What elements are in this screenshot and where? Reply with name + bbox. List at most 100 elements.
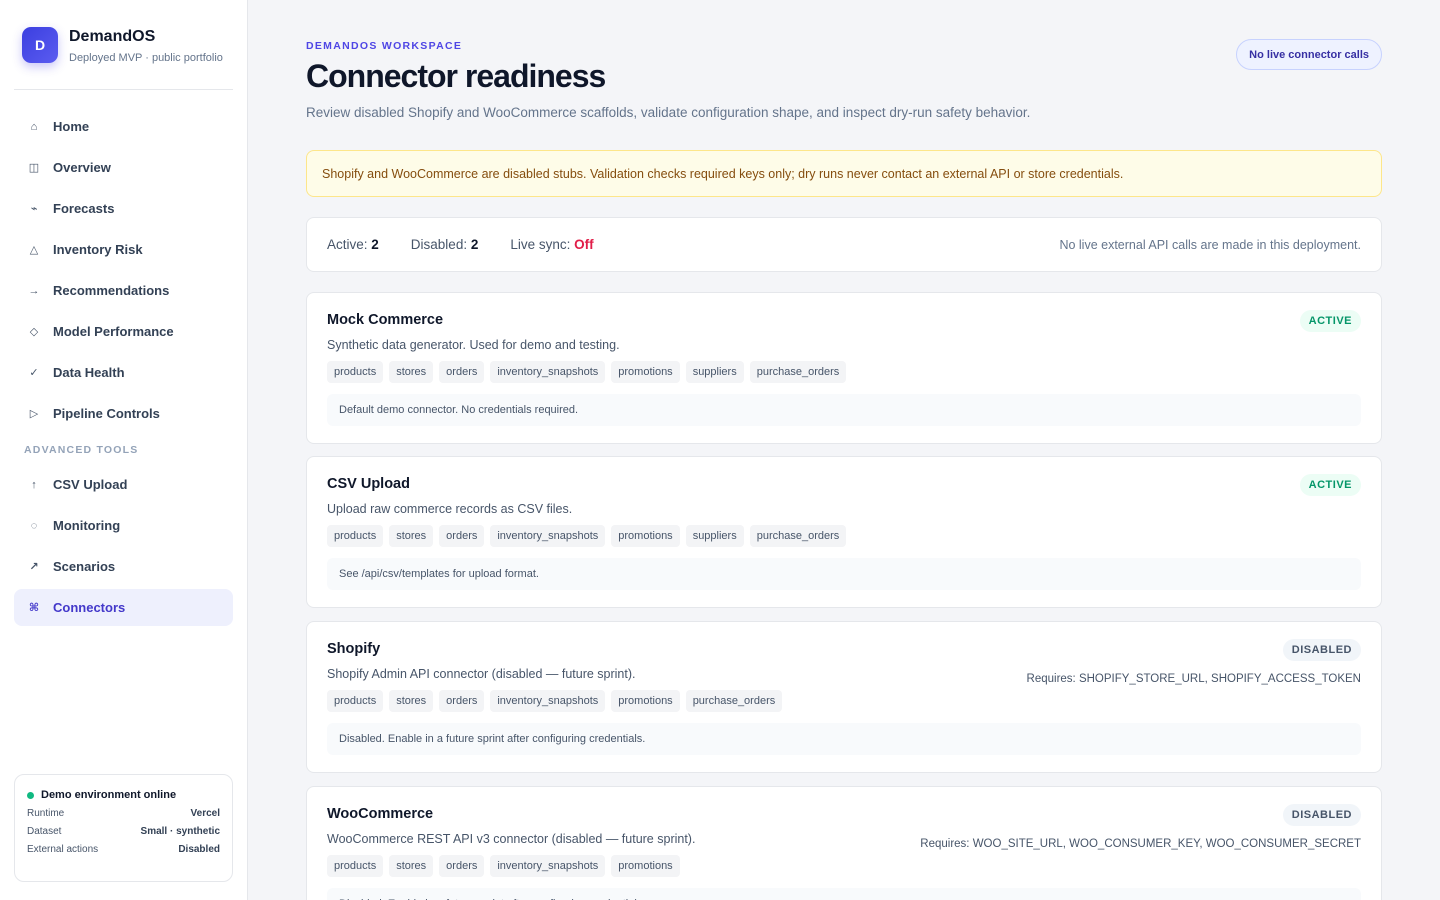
nav-section-label: ADVANCED TOOLS — [24, 444, 139, 456]
entity-tag: products — [327, 855, 384, 877]
nav-item-label: Inventory Risk — [53, 242, 143, 257]
entity-tag: products — [327, 361, 384, 383]
status-badge: ACTIVE — [1299, 474, 1361, 496]
connector-description: Shopify Admin API connector (disabled — … — [327, 667, 636, 681]
entity-tag: stores — [389, 361, 434, 383]
nav-item-label: Forecasts — [53, 201, 115, 216]
nav-item-label: Pipeline Controls — [53, 406, 160, 421]
entity-tag: promotions — [611, 690, 680, 712]
nav-item-label: Overview — [53, 160, 111, 175]
entity-tag: purchase_orders — [685, 690, 783, 712]
diamond-icon: ◇ — [29, 326, 39, 338]
connector-name: CSV Upload — [327, 476, 410, 492]
nav-item-overview[interactable]: ◫ Overview — [14, 149, 233, 186]
nav-item-scenarios[interactable]: ↗ Scenarios — [14, 548, 233, 585]
nav-item-label: Connectors — [53, 600, 126, 615]
environment-card: Demo environment online Runtime Vercel Da… — [14, 774, 233, 882]
nav-item-inventory-risk[interactable]: △ Inventory Risk — [14, 231, 233, 268]
connector-note: Disabled. Enable in a future sprint afte… — [327, 888, 1361, 900]
arrow-right-icon: → — [28, 284, 40, 297]
entity-tag: orders — [439, 361, 485, 383]
entity-tag: purchase_orders — [749, 361, 847, 383]
entity-tag: products — [327, 690, 384, 712]
connector-description: WooCommerce REST API v3 connector (disab… — [327, 832, 696, 846]
stats-bar: Active: 2 Disabled: 2 Live sync: Off No … — [306, 217, 1382, 272]
entity-tag: promotions — [611, 855, 680, 877]
connector-requires: Requires: WOO_SITE_URL, WOO_CONSUMER_KEY… — [920, 838, 1361, 850]
monitor-icon: ◌ — [30, 519, 38, 532]
warning-banner: Shopify and WooCommerce are disabled stu… — [306, 150, 1382, 197]
entity-tag: inventory_snapshots — [490, 690, 606, 712]
connector-card[interactable]: Mock Commerce Synthetic data generator. U… — [306, 292, 1382, 444]
status-badge: ACTIVE — [1299, 310, 1361, 332]
entity-tags: products stores orders inventory_snapshots p… — [327, 855, 686, 877]
entity-tags: products stores orders inventory_snapshots p… — [327, 690, 788, 712]
connector-name: Shopify — [327, 641, 381, 657]
main-nav: ⌂ Home ◫ Overview ⌁ Forecasts △ Inventory Ri… — [14, 108, 233, 630]
nav-item-model-performance[interactable]: ◇ Model Performance — [14, 313, 233, 350]
connector-name: WooCommerce — [327, 806, 434, 822]
page-eyebrow: DEMANDOS WORKSPACE — [306, 40, 463, 52]
connector-card[interactable]: Shopify Shopify Admin API connector (disa… — [306, 621, 1382, 773]
nav-item-label: Monitoring — [53, 518, 121, 533]
entity-tag: promotions — [611, 525, 680, 547]
connector-description: Upload raw commerce records as CSV files… — [327, 502, 573, 516]
stats-note: No live external API calls are made in t… — [1059, 237, 1361, 252]
nav-item-label: Home — [53, 119, 90, 134]
env-row-runtime: Runtime Vercel — [27, 808, 220, 819]
brand[interactable]: D DemandOS Deployed MVP · public portfol… — [22, 27, 223, 64]
nav-item-pipeline-controls[interactable]: ▷ Pipeline Controls — [14, 395, 233, 432]
connector-note: See /api/csv/templates for upload format… — [327, 558, 1361, 590]
connector-note: Default demo connector. No credentials r… — [327, 394, 1361, 426]
trend-icon: ⌁ — [30, 203, 38, 215]
nav-item-recommendations[interactable]: → Recommendations — [14, 272, 233, 309]
command-icon: ⌘ — [28, 602, 40, 614]
entity-tag: inventory_snapshots — [490, 855, 606, 877]
connector-card[interactable]: CSV Upload Upload raw commerce records as… — [306, 456, 1382, 608]
stat-live-sync: Live sync: Off — [510, 237, 594, 252]
entity-tag: suppliers — [685, 525, 744, 547]
sidebar-divider — [14, 89, 233, 90]
nav-item-home[interactable]: ⌂ Home — [14, 108, 233, 145]
nav-item-label: Model Performance — [53, 324, 174, 339]
connector-name: Mock Commerce — [327, 312, 444, 328]
page-title: Connector readiness — [306, 58, 606, 94]
nav-item-monitoring[interactable]: ◌ Monitoring — [14, 507, 233, 544]
arrow-up-right-icon: ↗ — [29, 561, 39, 573]
connector-description: Synthetic data generator. Used for demo … — [327, 338, 620, 352]
nav-item-forecasts[interactable]: ⌁ Forecasts — [14, 190, 233, 227]
entity-tag: purchase_orders — [749, 525, 847, 547]
entity-tag: orders — [439, 855, 485, 877]
env-row-dataset: Dataset Small · synthetic — [27, 826, 220, 837]
stat-disabled: Disabled: 2 — [410, 237, 479, 252]
status-dot-icon — [27, 791, 34, 799]
sidebar: D DemandOS Deployed MVP · public portfol… — [0, 0, 248, 900]
entity-tag: stores — [389, 855, 434, 877]
nav-item-label: Recommendations — [53, 283, 170, 298]
warning-triangle-icon: △ — [29, 244, 39, 256]
brand-logo: D — [22, 27, 58, 63]
brand-name: DemandOS — [69, 28, 156, 45]
check-icon: ✓ — [29, 367, 39, 379]
nav-item-label: Data Health — [53, 365, 125, 380]
entity-tag: inventory_snapshots — [490, 361, 606, 383]
entity-tag: stores — [389, 690, 434, 712]
nav-item-connectors[interactable]: ⌘ Connectors — [14, 589, 233, 626]
entity-tag: suppliers — [685, 361, 744, 383]
connector-card[interactable]: WooCommerce WooCommerce REST API v3 conne… — [306, 786, 1382, 900]
nav-item-data-health[interactable]: ✓ Data Health — [14, 354, 233, 391]
stat-active: Active: 2 — [327, 237, 379, 252]
status-badge: No live connector calls — [1236, 39, 1382, 70]
status-badge: DISABLED — [1282, 639, 1361, 661]
overview-icon: ◫ — [28, 162, 40, 174]
environment-title: Demo environment online — [41, 789, 177, 801]
connector-note: Disabled. Enable in a future sprint afte… — [327, 723, 1361, 755]
entity-tag: stores — [389, 525, 434, 547]
brand-subtitle: Deployed MVP · public portfolio — [69, 52, 223, 64]
status-badge: DISABLED — [1282, 804, 1361, 826]
entity-tag: orders — [439, 525, 485, 547]
env-row-external-actions: External actions Disabled — [27, 844, 220, 855]
entity-tag: inventory_snapshots — [490, 525, 606, 547]
nav-item-csv-upload[interactable]: ↑ CSV Upload — [14, 466, 233, 503]
entity-tags: products stores orders inventory_snapshots p… — [327, 525, 852, 547]
